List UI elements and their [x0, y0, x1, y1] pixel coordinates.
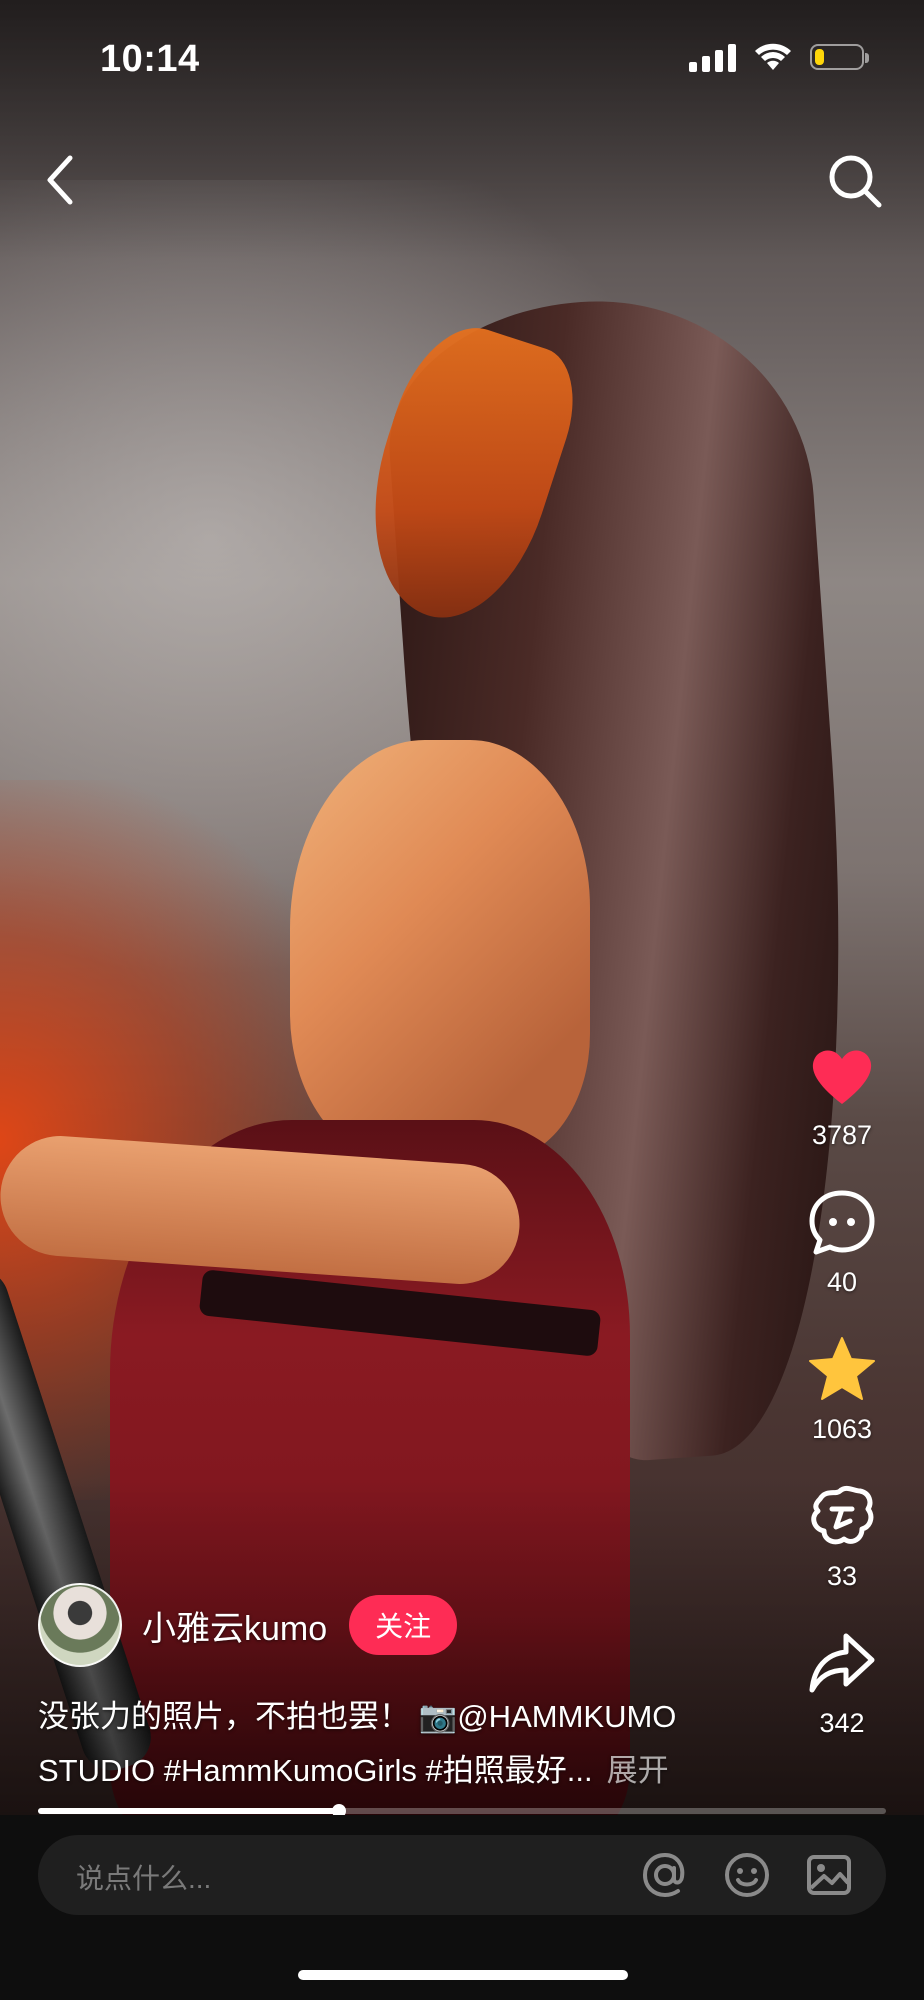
caption-line-2: STUDIO #HammKumoGirls #拍照最好... — [38, 1753, 593, 1788]
video-progress-bar[interactable] — [38, 1804, 886, 1818]
favorite-count: 1063 — [811, 1414, 873, 1444]
author-name[interactable]: 小雅云kumo — [142, 1601, 327, 1650]
like-count: 3787 — [811, 1120, 873, 1150]
battery-level — [815, 49, 824, 65]
follow-button[interactable]: 关注 — [349, 1595, 458, 1655]
search-icon[interactable] — [826, 152, 884, 210]
signal-icon — [689, 42, 736, 72]
star-icon[interactable] — [806, 1334, 878, 1406]
battery-icon — [810, 44, 869, 70]
chevron-left-icon[interactable] — [40, 150, 80, 210]
image-icon[interactable] — [804, 1850, 854, 1900]
author-row: 小雅云kumo 关注 — [38, 1583, 458, 1667]
share-button[interactable]: 342 — [806, 1628, 878, 1739]
boost-count: 33 — [826, 1561, 858, 1591]
home-indicator[interactable] — [298, 1970, 628, 1980]
boost-button[interactable]: 33 — [806, 1481, 878, 1592]
wifi-icon — [755, 43, 791, 70]
avatar[interactable] — [38, 1583, 122, 1667]
share-icon[interactable] — [806, 1628, 878, 1700]
status-time: 10:14 — [100, 38, 200, 80]
video-back — [290, 740, 590, 1160]
like-button[interactable]: 3787 — [806, 1040, 878, 1151]
expand-caption-button[interactable]: 展开 — [607, 1753, 669, 1788]
comment-input[interactable]: 说点什么... — [38, 1835, 886, 1915]
comment-count: 40 — [826, 1267, 858, 1297]
comment-placeholder: 说点什么... — [76, 1863, 212, 1894]
comment-bar: 说点什么... — [0, 1815, 924, 2000]
at-icon[interactable] — [640, 1850, 690, 1900]
heart-icon[interactable] — [806, 1040, 878, 1112]
share-count: 342 — [819, 1708, 865, 1738]
comment-button[interactable]: 40 — [806, 1187, 878, 1298]
video-progress-fill — [38, 1808, 340, 1814]
comment-icon[interactable] — [806, 1187, 878, 1259]
caption-line-1: 没张力的照片，不拍也罢！ 📷@HAMMKUMO — [38, 1699, 677, 1734]
action-rail: 3787 40 1063 33 342 — [782, 1040, 902, 1775]
favorite-button[interactable]: 1063 — [806, 1334, 878, 1445]
status-icons — [689, 42, 869, 72]
caption: 没张力的照片，不拍也罢！ 📷@HAMMKUMO STUDIO #HammKumo… — [38, 1690, 758, 1798]
boost-icon[interactable] — [806, 1481, 878, 1553]
comment-tools — [640, 1850, 854, 1900]
emoji-icon[interactable] — [722, 1850, 772, 1900]
